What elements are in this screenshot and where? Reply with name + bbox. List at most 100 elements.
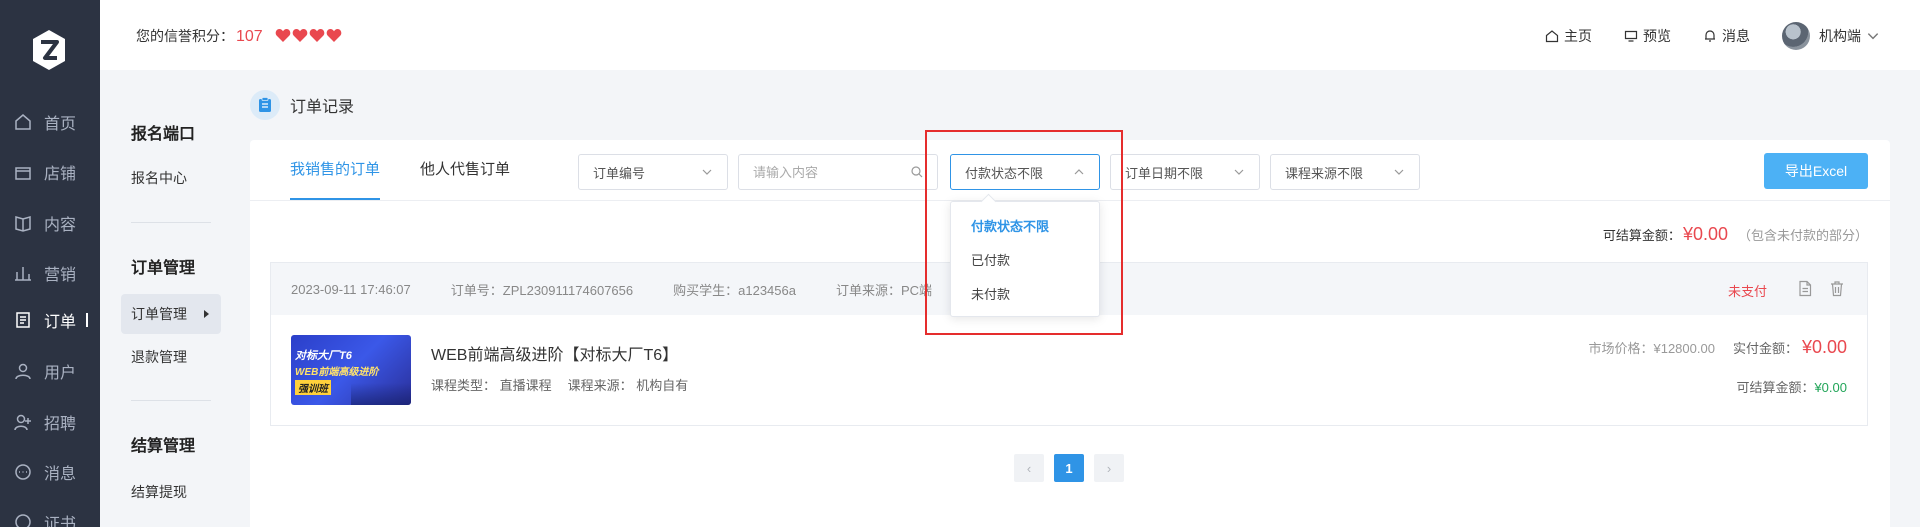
nav-home-link[interactable]: 主页 bbox=[1545, 26, 1592, 46]
subnav-item-enroll-center[interactable]: 报名中心 bbox=[121, 158, 221, 198]
subnav-item-order-manage[interactable]: 订单管理 bbox=[121, 294, 221, 334]
book-icon bbox=[14, 214, 32, 232]
prev-page-button[interactable]: ‹ bbox=[1014, 454, 1044, 482]
search-input[interactable] bbox=[753, 164, 903, 180]
sidebar-item-marketing[interactable]: 营销 bbox=[0, 253, 100, 293]
subnav-item-withdraw[interactable]: 结算提现 bbox=[121, 472, 221, 512]
active-marker bbox=[86, 313, 88, 327]
breadcrumb: 订单记录 bbox=[250, 90, 354, 120]
credit-score: 您的信誉积分： 107 bbox=[136, 26, 342, 46]
order-buyer: 购买学生：a123456a bbox=[673, 282, 796, 298]
bell-icon bbox=[1705, 30, 1715, 42]
settlement-note: （包含未付款的部分） bbox=[1737, 228, 1868, 243]
credit-value: 107 bbox=[236, 28, 263, 45]
store-icon bbox=[14, 163, 32, 181]
course-title[interactable]: WEB前端高级进阶【对标大厂T6】 bbox=[431, 341, 678, 365]
main-sidebar: 首页 店铺 内容 营销 订单 用户 招聘 消息 证书 bbox=[0, 0, 100, 527]
heart-icon bbox=[275, 29, 290, 42]
status-badge: 未支付 bbox=[1727, 284, 1767, 299]
chart-icon bbox=[14, 264, 32, 282]
search-icon[interactable] bbox=[911, 166, 923, 178]
thumbnail-line-3: 强训班 bbox=[295, 380, 331, 395]
course-type: 课程类型： 直播课程 bbox=[431, 378, 552, 393]
course-source-select[interactable]: 课程来源不限 bbox=[1270, 154, 1420, 190]
nav-home-label: 主页 bbox=[1564, 28, 1592, 44]
order-field-select[interactable]: 订单编号 bbox=[578, 154, 728, 190]
order-tabs: 我销售的订单 他人代售订单 bbox=[290, 140, 510, 200]
sidebar-item-orders[interactable]: 订单 bbox=[0, 300, 100, 340]
sidebar-item-label: 首页 bbox=[44, 116, 77, 133]
sidebar-item-label: 店铺 bbox=[44, 166, 77, 183]
thumbnail-line-2: WEB前端高级进阶 bbox=[295, 367, 379, 378]
order-time: 2023-09-11 17:46:07 bbox=[291, 281, 411, 297]
course-meta: 课程类型： 直播课程 课程来源： 机构自有 bbox=[431, 375, 688, 394]
home-icon bbox=[1545, 30, 1559, 43]
order-date-value: 订单日期不限 bbox=[1125, 165, 1204, 181]
sidebar-item-recruit[interactable]: 招聘 bbox=[0, 402, 100, 442]
chevron-down-icon bbox=[1867, 33, 1879, 40]
nav-preview-label: 预览 bbox=[1643, 28, 1671, 44]
message-icon bbox=[14, 463, 32, 481]
order-source: 订单来源：PC端 bbox=[835, 282, 933, 298]
recruit-icon bbox=[14, 413, 32, 431]
trash-icon[interactable] bbox=[1829, 280, 1845, 297]
divider bbox=[131, 400, 211, 401]
paid-amount: ¥0.00 bbox=[1801, 337, 1847, 357]
section-title-enroll: 报名端口 bbox=[131, 126, 196, 143]
heart-icon bbox=[309, 29, 324, 42]
tab-my-orders[interactable]: 我销售的订单 bbox=[290, 140, 381, 200]
market-price: 市场价格：¥12800.00 bbox=[1588, 341, 1715, 356]
order-date-select[interactable]: 订单日期不限 bbox=[1110, 154, 1260, 190]
order-settle-amount: ¥0.00 bbox=[1814, 380, 1847, 395]
user-icon bbox=[14, 362, 32, 380]
z-logo-icon[interactable] bbox=[30, 28, 68, 72]
chevron-down-icon bbox=[1394, 169, 1404, 175]
page-button-current[interactable]: 1 bbox=[1054, 454, 1084, 482]
document-icon[interactable] bbox=[1797, 280, 1813, 297]
section-title-settlement: 结算管理 bbox=[131, 438, 196, 455]
certificate-icon bbox=[14, 513, 32, 527]
settlement-summary: 可结算金额： ¥0.00 （包含未付款的部分） bbox=[1603, 224, 1868, 245]
sidebar-item-home[interactable]: 首页 bbox=[0, 102, 100, 142]
paid-label: 实付金额： bbox=[1732, 341, 1798, 356]
search-field[interactable] bbox=[738, 154, 938, 190]
pagination: ‹ 1 › bbox=[1014, 454, 1124, 482]
tab-agent-orders[interactable]: 他人代售订单 bbox=[420, 140, 510, 200]
course-thumbnail[interactable]: 对标大厂T6 WEB前端高级进阶 强训班 bbox=[291, 335, 411, 405]
next-page-button[interactable]: › bbox=[1094, 454, 1124, 482]
sidebar-item-certificate[interactable]: 证书 bbox=[0, 502, 100, 527]
sidebar-item-label: 招聘 bbox=[44, 416, 77, 433]
highlight-annotation-box bbox=[925, 130, 1123, 335]
order-number: 订单号：ZPL230911174607656 bbox=[450, 282, 634, 298]
export-excel-button[interactable]: 导出Excel bbox=[1764, 153, 1868, 189]
top-nav: 主页 预览 消息 机构端 bbox=[1545, 22, 1880, 50]
sidebar-item-content[interactable]: 内容 bbox=[0, 203, 100, 243]
sidebar-item-messages[interactable]: 消息 bbox=[0, 452, 100, 492]
order-icon bbox=[14, 311, 32, 329]
sidebar-item-users[interactable]: 用户 bbox=[0, 351, 100, 391]
sidebar-item-label: 用户 bbox=[44, 365, 77, 382]
order-settle-row: 可结算金额：¥0.00 bbox=[1736, 377, 1847, 396]
settlement-label: 可结算金额： bbox=[1602, 228, 1681, 243]
settlement-amount: ¥0.00 bbox=[1682, 224, 1728, 244]
page-title: 订单记录 bbox=[290, 99, 355, 116]
sidebar-item-store[interactable]: 店铺 bbox=[0, 152, 100, 192]
section-title-orders: 订单管理 bbox=[131, 260, 196, 277]
home-icon bbox=[14, 113, 32, 131]
user-menu[interactable]: 机构端 bbox=[1782, 22, 1880, 50]
top-header: 您的信誉积分： 107 主页 预览 消息 机构端 bbox=[100, 0, 1920, 70]
order-settle-label: 可结算金额： bbox=[1736, 380, 1815, 395]
order-field-value: 订单编号 bbox=[593, 165, 646, 181]
credit-label: 您的信誉积分： bbox=[136, 28, 234, 44]
course-source-value: 课程来源不限 bbox=[1285, 165, 1364, 181]
nav-messages-link[interactable]: 消息 bbox=[1703, 26, 1750, 46]
course-source: 课程来源： 机构自有 bbox=[567, 378, 689, 393]
chevron-down-icon bbox=[702, 169, 712, 175]
subnav-item-refund-manage[interactable]: 退款管理 bbox=[121, 337, 221, 377]
heart-icon bbox=[326, 29, 341, 42]
user-name: 机构端 bbox=[1819, 28, 1861, 44]
secondary-sidebar: 报名端口 报名中心 订单管理 订单管理 退款管理 结算管理 结算提现 bbox=[100, 70, 240, 527]
thumbnail-line-1: 对标大厂T6 bbox=[295, 350, 352, 362]
nav-preview-link[interactable]: 预览 bbox=[1624, 26, 1671, 46]
sidebar-item-label: 营销 bbox=[44, 267, 77, 284]
